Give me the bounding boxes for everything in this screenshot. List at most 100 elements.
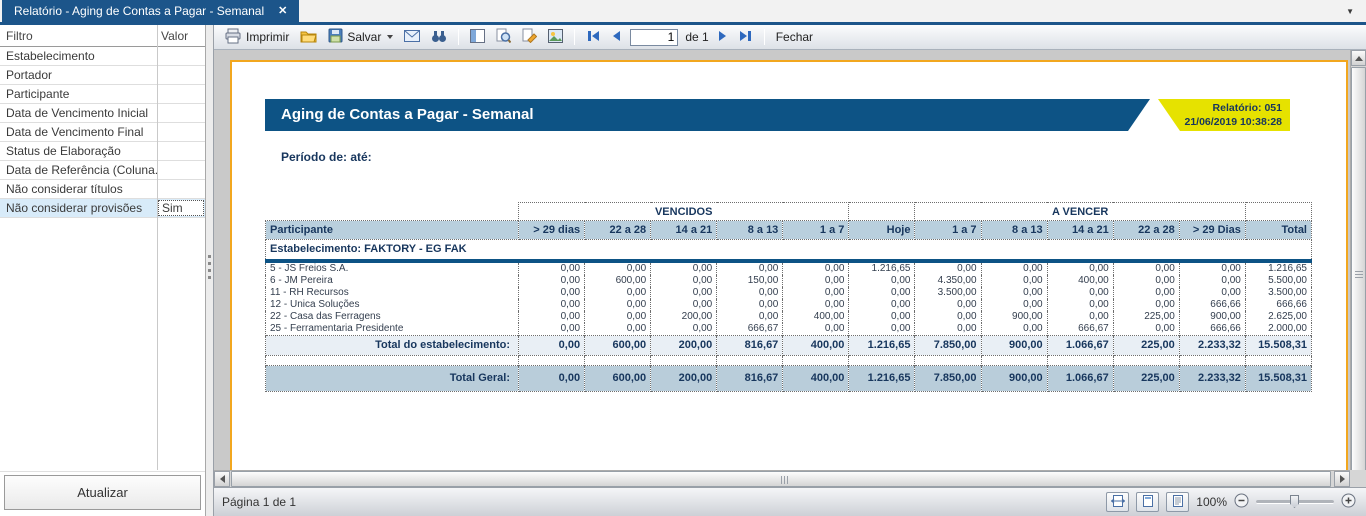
scroll-left-button[interactable] (214, 471, 230, 487)
value-cell: 0,00 (783, 323, 849, 336)
close-preview-button[interactable]: Fechar (774, 28, 815, 46)
parameters-panel-button[interactable] (468, 27, 487, 48)
filter-label: Status de Elaboração (0, 144, 157, 158)
value-cell: 0,00 (651, 323, 717, 336)
filter-row[interactable]: Participante (0, 85, 205, 104)
value-cell: 2.625,00 (1245, 311, 1311, 323)
sidebar-footer: Atualizar (0, 471, 205, 516)
value-cell: 0,00 (519, 287, 585, 299)
horizontal-scroll-thumb[interactable] (231, 471, 1331, 487)
vertical-scroll-thumb[interactable] (1351, 67, 1366, 475)
print-button[interactable]: Imprimir (223, 26, 291, 49)
value-cell: 0,00 (1047, 261, 1113, 275)
zoom-out-button[interactable] (1234, 493, 1249, 511)
filter-row[interactable]: Data de Referência (Coluna... (0, 161, 205, 180)
horizontal-scrollbar[interactable] (214, 470, 1350, 487)
value-cell: 0,00 (981, 275, 1047, 287)
update-button[interactable]: Atualizar (4, 475, 201, 510)
filter-label: Portador (0, 68, 157, 82)
group-gap-cell (1245, 203, 1311, 221)
filter-row[interactable]: Status de Elaboração (0, 142, 205, 161)
value-cell: 0,00 (981, 323, 1047, 336)
spacer-cell (915, 355, 981, 365)
spacer-cell (783, 355, 849, 365)
tab-report[interactable]: Relatório - Aging de Contas a Pagar - Se… (2, 0, 299, 22)
value-cell: 400,00 (783, 311, 849, 323)
spacer-cell (1113, 355, 1179, 365)
save-dropdown-icon[interactable] (387, 35, 393, 39)
zoom-level-label: 100% (1196, 495, 1227, 509)
column-header: 1 a 7 (915, 221, 981, 240)
value-cell: 0,00 (1113, 261, 1179, 275)
printer-icon (225, 28, 242, 47)
side-panel-icon (470, 29, 485, 46)
splitter-handle[interactable] (206, 25, 213, 516)
value-cell: 0,00 (849, 311, 915, 323)
edit-watermark-button[interactable] (520, 26, 539, 48)
document-viewport[interactable]: Aging de Contas a Pagar - Semanal Relató… (214, 50, 1350, 470)
open-button[interactable] (298, 27, 319, 48)
zoom-slider[interactable] (1256, 500, 1334, 504)
value-cell: 0,00 (585, 311, 651, 323)
value-cell: 0,00 (519, 261, 585, 275)
value-cell: 0,00 (783, 275, 849, 287)
zoom-dialog-button[interactable] (494, 26, 513, 48)
report-title-banner: Aging de Contas a Pagar - Semanal (265, 99, 1150, 131)
tab-overflow-icon[interactable]: ▼ (1346, 7, 1354, 16)
zoom-slider-thumb[interactable] (1290, 495, 1299, 508)
filter-row[interactable]: Data de Vencimento Inicial (0, 104, 205, 123)
vertical-scrollbar[interactable] (1350, 50, 1366, 470)
value-cell: 0,00 (1179, 261, 1245, 275)
value-cell: 0,00 (519, 299, 585, 311)
print-label: Imprimir (246, 30, 289, 44)
value-cell: 3.500,00 (915, 287, 981, 299)
export-image-button[interactable] (546, 27, 565, 48)
spacer-cell (519, 355, 585, 365)
value-cell: 0,00 (849, 299, 915, 311)
value-cell: 0,00 (783, 261, 849, 275)
value-cell: 0,00 (783, 287, 849, 299)
page-width-view-button[interactable] (1106, 492, 1129, 512)
filter-value-cell[interactable]: Sim (158, 200, 204, 216)
search-button[interactable] (429, 27, 449, 48)
page-number-input[interactable] (630, 29, 678, 46)
email-button[interactable] (402, 28, 422, 47)
last-page-button[interactable] (737, 28, 755, 47)
application-window: Relatório - Aging de Contas a Pagar - Se… (0, 0, 1366, 516)
total-general-value: 2.233,32 (1179, 365, 1245, 391)
spacer-cell (651, 355, 717, 365)
report-datetime: 21/06/2019 10:38:28 (1158, 115, 1282, 129)
report-page: Aging de Contas a Pagar - Semanal Relató… (230, 60, 1348, 470)
value-cell: 0,00 (585, 261, 651, 275)
report-number-box: Relatório: 051 21/06/2019 10:38:28 (1158, 99, 1290, 131)
previous-page-button[interactable] (609, 28, 623, 47)
value-cell: 0,00 (1113, 287, 1179, 299)
total-establishment-value: 1.216,65 (849, 335, 915, 355)
filter-row[interactable]: Não considerar provisõesSim (0, 199, 205, 218)
zoom-in-button[interactable] (1341, 493, 1356, 511)
filter-row[interactable]: Não considerar títulos (0, 180, 205, 199)
spacer-cell (981, 355, 1047, 365)
value-cell: 0,00 (1113, 323, 1179, 336)
filter-row[interactable]: Estabelecimento (0, 47, 205, 66)
column-header: 22 a 28 (1113, 221, 1179, 240)
value-cell: 0,00 (1179, 275, 1245, 287)
scroll-up-button[interactable] (1351, 50, 1366, 66)
splitter-grip-icon (208, 255, 211, 279)
save-button[interactable]: Salvar (326, 26, 395, 48)
filter-row[interactable]: Data de Vencimento Final (0, 123, 205, 142)
first-page-button[interactable] (584, 28, 602, 47)
scroll-right-button[interactable] (1334, 471, 1350, 487)
value-cell: 200,00 (651, 311, 717, 323)
value-cell: 5.500,00 (1245, 275, 1311, 287)
tab-title: Relatório - Aging de Contas a Pagar - Se… (14, 0, 264, 22)
participant-row: 5 - JS Freios S.A.0,000,000,000,000,001.… (266, 261, 1312, 275)
filter-row[interactable]: Portador (0, 66, 205, 85)
tab-close-icon[interactable]: ✕ (278, 0, 287, 22)
filter-label: Participante (0, 87, 157, 101)
whole-page-view-button[interactable] (1136, 492, 1159, 512)
aging-table: VENCIDOSA VENCERParticipante> 29 dias22 … (265, 202, 1312, 392)
arrow-left-icon (220, 475, 225, 483)
normal-view-button[interactable] (1166, 492, 1189, 512)
next-page-button[interactable] (716, 28, 730, 47)
